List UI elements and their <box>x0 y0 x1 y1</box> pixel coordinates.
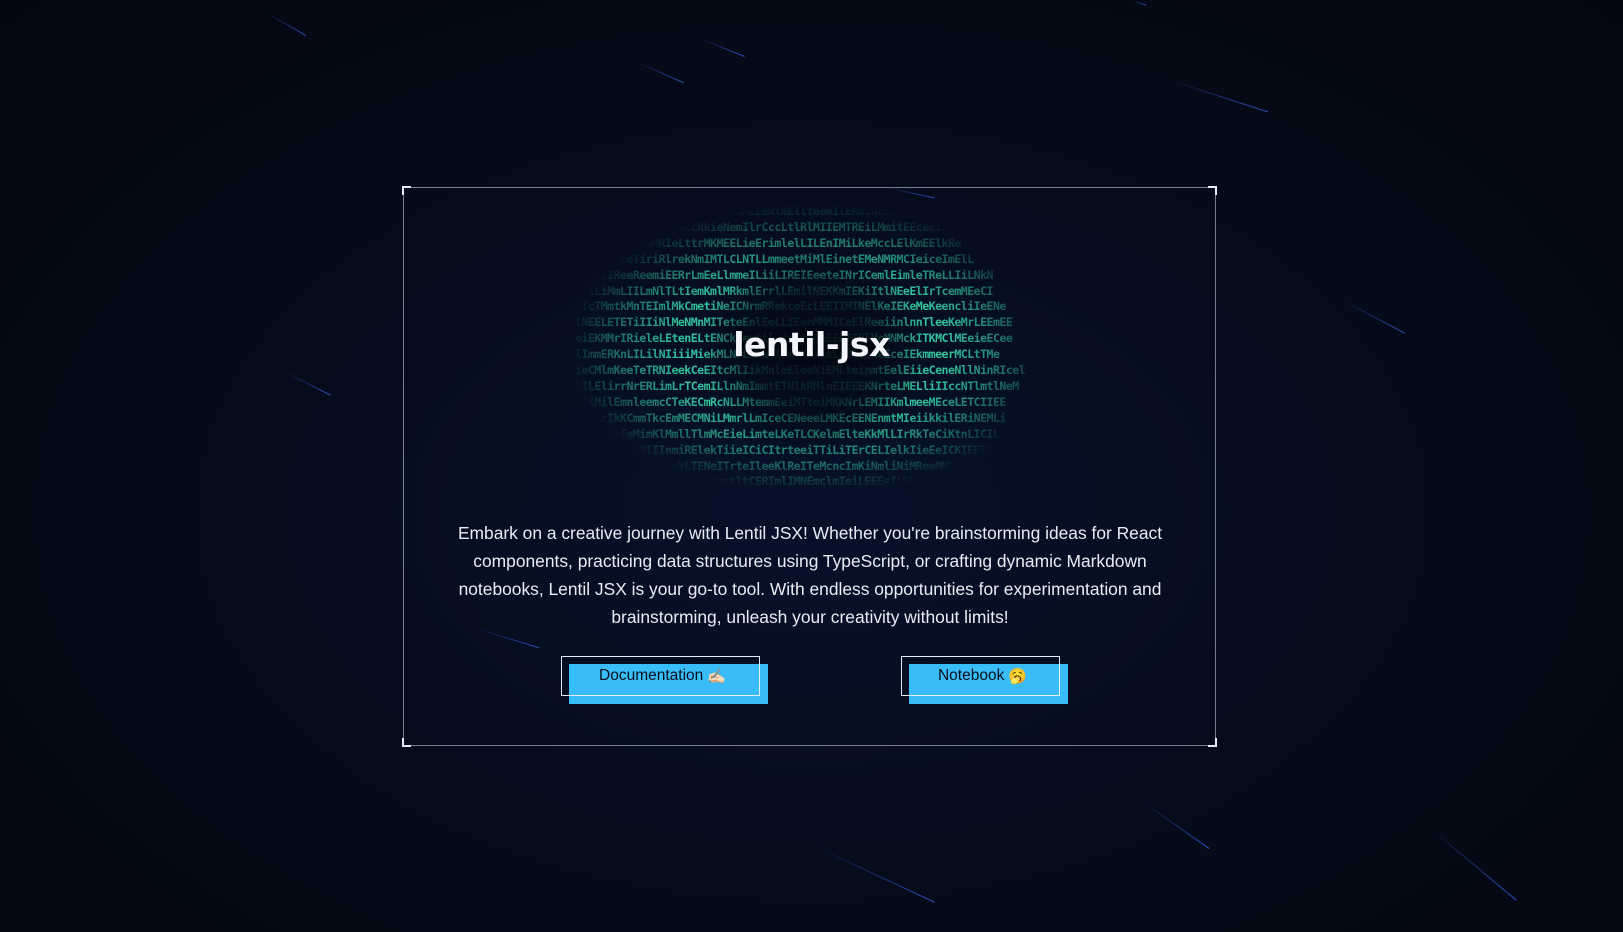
background-streak <box>265 12 307 36</box>
matrix-line: mrILiMmLIILmNlTLtIemKmlMRkmlErrlLEmilNEK… <box>575 283 994 298</box>
matrix-line: MNCNLNktriNNITkekLTENeITrteIleeKlReITeMc… <box>575 458 994 473</box>
background-streak <box>699 38 745 57</box>
frame-corner <box>402 186 411 195</box>
hero-description: Embark on a creative journey with Lentil… <box>457 523 1163 627</box>
matrix-line: eiiMMrMRLmMlIInmiRElekTiieICiCItrteeiTTi… <box>575 442 994 457</box>
matrix-line: mCiMilEmnleemcCTeKECmRcNLLMtemmEeiMTteiM… <box>575 394 1006 409</box>
matrix-line: NiiNNmIeENrKTETKmlcRkieNemIlrCccLtlRlMII… <box>575 219 949 234</box>
frame-corner <box>1208 186 1217 195</box>
notebook-button[interactable]: Notebook 🥱 <box>901 656 1068 704</box>
background-streak <box>637 62 684 84</box>
background-streak <box>1132 0 1147 6</box>
background-streak <box>1425 824 1517 901</box>
matrix-line: eiLiLIReeReemiEERrLmEeLlmmeILiiLIREIEeet… <box>575 267 994 282</box>
matrix-line: lTEirIkKCmmTkcEmMECMNiLMmrlLmIceCENeeeLM… <box>575 410 1006 425</box>
matrix-line: EtimEMkteTiriRlrekNmIMTLCLNTLLmmeetMiMlE… <box>575 251 974 266</box>
yawning-face-icon: 🥱 <box>1008 668 1028 685</box>
matrix-line: lTcTMmtkMnTEImlMkCmetiNeICNrmRRekceEcLEE… <box>575 299 1006 314</box>
matrix-line: LNeeNciRMLlMmKLRLEKmILlteNMLLeRtmEllteem… <box>575 204 942 218</box>
page-title: lentil-jsx <box>733 325 890 364</box>
background-streak <box>1167 79 1269 113</box>
matrix-line: mLiEimREiIliKNEcmLlenemrtltCERImlIMNEmcl… <box>575 474 974 489</box>
background-streak <box>814 846 935 903</box>
matrix-line: LilLNMeeEmcmMRIeLttrMKMEELieErimlelLILEn… <box>575 235 961 250</box>
matrix-line: ieCMlmKeeTeTRNIeekCeEItcMlIikMnleEleeNiE… <box>575 363 1026 378</box>
background-streak <box>1141 801 1210 849</box>
landing-page: LNeeNciRMLlMmKLRLEKmILlteNMLLeRtmEllteem… <box>0 0 1623 932</box>
background-streak <box>285 372 331 396</box>
documentation-button-label: Documentation <box>599 667 704 684</box>
notebook-button-label: Notebook <box>937 667 1005 684</box>
matrix-line: lILElirrNrERLimLrTCemILlnNmImmtETNlkRMln… <box>575 378 1019 393</box>
frame-corner <box>402 738 411 747</box>
frame-corner <box>1208 738 1217 747</box>
matrix-line: lmkktNlEeMimKlMmllTlmMcEieLimteLKeTLCKel… <box>575 426 1000 441</box>
writing-hand-icon: ✍🏻 <box>707 668 726 685</box>
documentation-button[interactable]: Documentation ✍🏻 <box>561 656 768 704</box>
